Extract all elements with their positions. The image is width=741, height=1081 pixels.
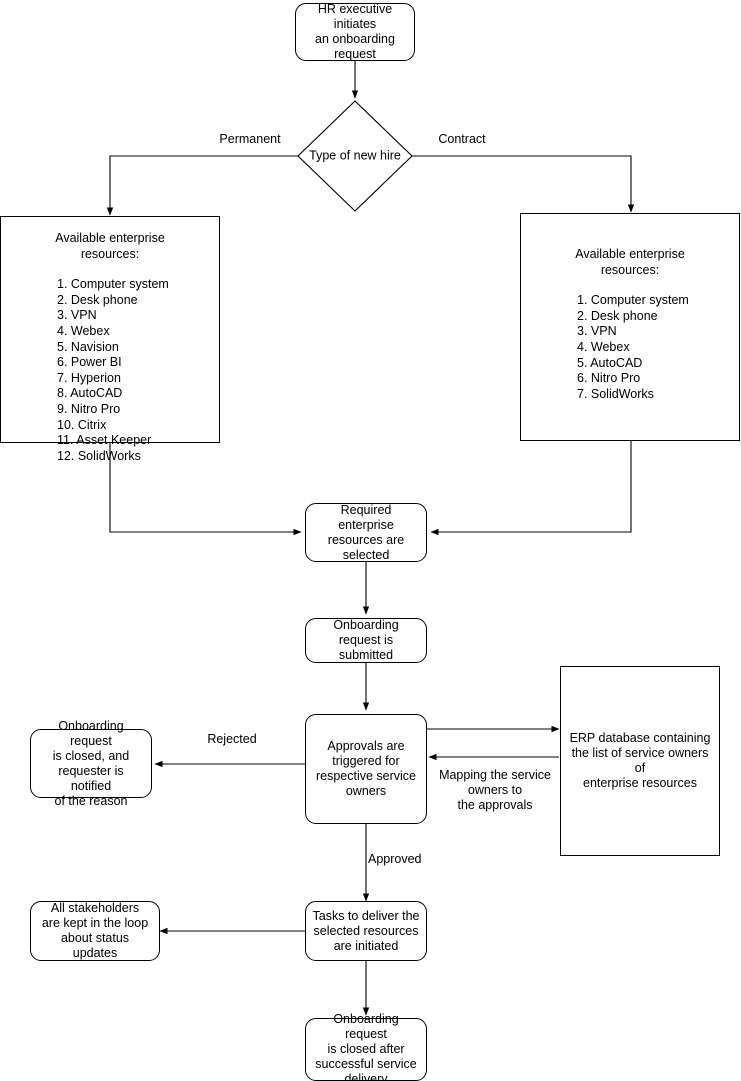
node-request-closed-label: Onboarding request is closed after succe… [315, 1012, 417, 1081]
node-request-closed[interactable]: Onboarding request is closed after succe… [305, 1012, 427, 1081]
node-erp-database[interactable]: ERP database containing the list of serv… [560, 666, 720, 856]
edge-decision-to-contract [410, 155, 635, 213]
list-item: 2. Desk phone [577, 308, 658, 323]
list-item: 1. Computer system [57, 277, 169, 292]
edge-label-permanent: Permanent [219, 132, 281, 146]
list-item: 4. Webex [57, 323, 110, 338]
flowchart-canvas: HR executive initiates an onboarding req… [0, 0, 741, 1081]
node-decision-type-of-new-hire[interactable]: Type of new hire [297, 100, 413, 212]
node-permanent-resources[interactable]: Available enterprise resources: 1. Compu… [0, 216, 220, 463]
node-resources-selected-label: Required enterprise resources are select… [327, 502, 405, 562]
node-approvals[interactable]: Approvals are triggered for respective s… [305, 714, 427, 824]
list-item: 3. VPN [57, 308, 97, 323]
node-erp-database-label: ERP database containing the list of serv… [569, 731, 711, 790]
node-tasks-initiated-label: Tasks to deliver the selected resources … [312, 908, 420, 953]
edge-contract-to-selected [430, 441, 632, 536]
list-item: 12. SolidWorks [57, 448, 141, 463]
node-rejected-outcome-label: Onboarding request is closed, and reques… [52, 718, 130, 808]
node-start-label: HR executive initiates an onboarding req… [315, 2, 395, 61]
contract-resources-heading: Available enterprise resources: [575, 247, 685, 277]
contract-resources-list: 1. Computer system 2. Desk phone 3. VPN … [521, 293, 739, 402]
edge-label-rejected: Rejected [207, 732, 257, 746]
node-request-submitted-label: Onboarding request is submitted [333, 618, 399, 662]
list-item: 7. Hyperion [57, 370, 121, 385]
permanent-resources-heading: Available enterprise resources: [55, 231, 165, 261]
list-item: 2. Desk phone [57, 292, 138, 307]
node-rejected-outcome[interactable]: Onboarding request is closed, and reques… [30, 719, 152, 808]
edge-decision-to-permanent [106, 155, 300, 216]
list-item: 9. Nitro Pro [57, 401, 121, 416]
list-item: 8. AutoCAD [57, 386, 123, 401]
edge-label-contract: Contract [438, 132, 486, 146]
node-tasks-initiated[interactable]: Tasks to deliver the selected resources … [305, 901, 427, 961]
list-item: 10. Citrix [57, 417, 107, 432]
list-item: 5. AutoCAD [577, 355, 643, 370]
list-item: 4. Webex [577, 339, 630, 354]
node-request-submitted[interactable]: Onboarding request is submitted [305, 618, 427, 663]
list-item: 3. VPN [577, 324, 617, 339]
edge-label-mapping: Mapping the service owners to the approv… [439, 768, 551, 812]
list-item: 1. Computer system [577, 293, 689, 308]
list-item: 7. SolidWorks [577, 386, 654, 401]
node-contract-resources[interactable]: Available enterprise resources: 1. Compu… [520, 213, 740, 441]
node-stakeholders-loop-label: All stakeholders are kept in the loop ab… [41, 901, 149, 960]
node-start[interactable]: HR executive initiates an onboarding req… [295, 2, 415, 61]
node-decision-label: Type of new hire [309, 148, 401, 163]
node-stakeholders-loop[interactable]: All stakeholders are kept in the loop ab… [30, 901, 160, 961]
edge-label-approved: Approved [368, 852, 422, 866]
node-resources-selected[interactable]: Required enterprise resources are select… [305, 503, 427, 562]
permanent-resources-list: 1. Computer system 2. Desk phone 3. VPN … [1, 277, 219, 464]
list-item: 6. Nitro Pro [577, 371, 641, 386]
list-item: 11. Asset Keeper [57, 433, 152, 448]
list-item: 5. Navision [57, 339, 119, 354]
list-item: 6. Power BI [57, 355, 122, 370]
node-approvals-label: Approvals are triggered for respective s… [315, 739, 417, 798]
